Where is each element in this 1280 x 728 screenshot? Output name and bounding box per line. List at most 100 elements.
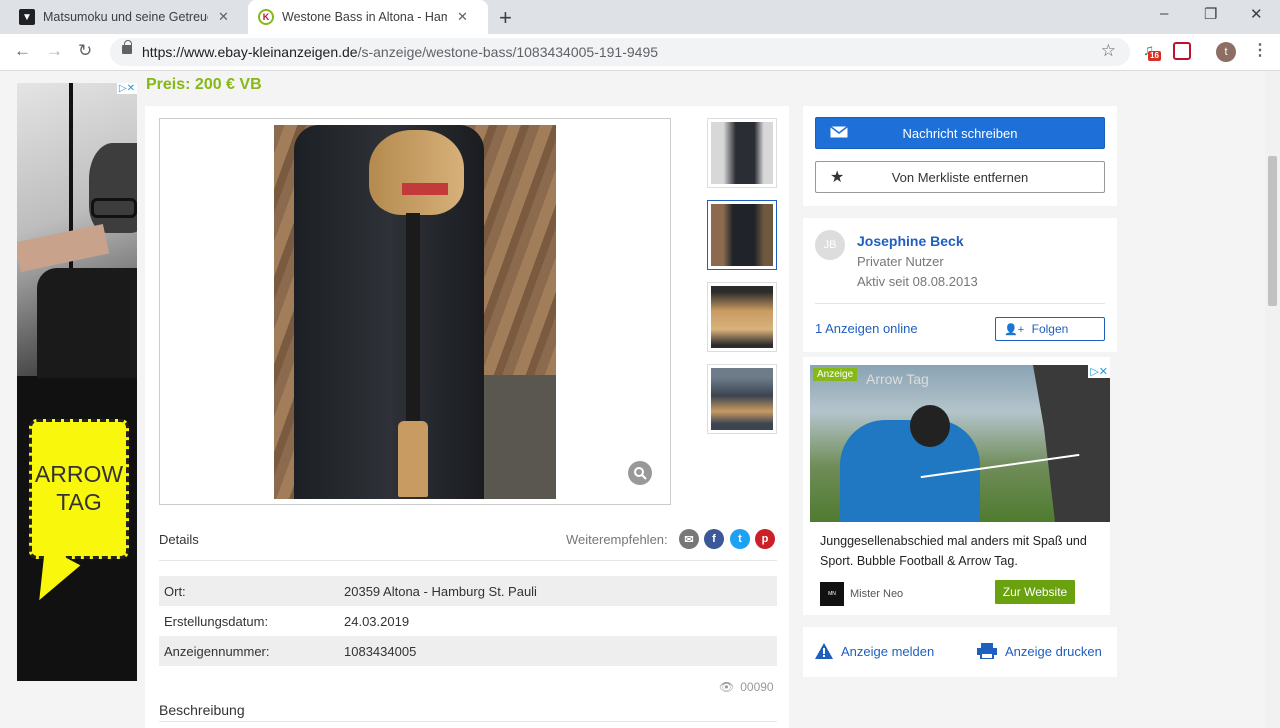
browser-toolbar: ← → ↻ https://www.ebay-kleinanzeigen.de/… xyxy=(0,34,1280,71)
forward-icon[interactable]: → xyxy=(46,41,63,61)
detail-row: Anzeigennummer: 1083434005 xyxy=(159,636,777,666)
seller-ads-link[interactable]: 1 Anzeigen online xyxy=(815,321,918,336)
advertiser-logo: MN xyxy=(820,582,844,606)
kleinanzeigen-icon: K xyxy=(258,9,274,25)
ad-goggles xyxy=(91,198,137,218)
view-counter: 👁 00090 xyxy=(719,680,774,694)
description-heading: Beschreibung xyxy=(159,702,245,718)
browser-tabstrip: ▼ Matsumoku und seine Getreuen. ✕ K West… xyxy=(0,0,1280,34)
detail-key: Ort: xyxy=(164,583,186,599)
envelope-icon xyxy=(830,125,848,141)
pinterest-share-icon[interactable]: p xyxy=(755,529,775,549)
report-link[interactable]: Anzeige melden xyxy=(815,643,934,659)
description-divider xyxy=(159,721,777,722)
report-label: Anzeige melden xyxy=(841,643,935,659)
ad-image-title: Arrow Tag xyxy=(866,371,929,387)
page-content: ▷✕ ARROW TAG Preis: 200 € VB Details Wei… xyxy=(0,71,1280,728)
close-tab-icon[interactable]: ✕ xyxy=(457,9,468,25)
advertiser-name: Mister Neo xyxy=(850,588,904,600)
add-user-icon: 👤+ xyxy=(1004,323,1025,336)
shield-icon: ▼ xyxy=(19,9,35,25)
print-label: Anzeige drucken xyxy=(1005,643,1102,659)
detail-value: 24.03.2019 xyxy=(344,613,410,629)
contact-card: Nachricht schreiben ★ Von Merkliste entf… xyxy=(803,106,1117,206)
email-share-icon[interactable]: ✉ xyxy=(679,529,699,549)
pocket-extension-icon[interactable] xyxy=(1173,42,1191,60)
restore-button[interactable]: ❐ xyxy=(1204,5,1217,23)
share-label: Weiterempfehlen: xyxy=(566,532,668,547)
seller-avatar: JB xyxy=(815,230,845,260)
arrow-tag-sign: ARROW TAG xyxy=(29,419,129,559)
detail-row: Erstellungsdatum: 24.03.2019 xyxy=(159,606,777,636)
sign-text-line1: ARROW xyxy=(34,461,124,488)
thumbnail[interactable] xyxy=(707,282,777,352)
profile-avatar[interactable]: t xyxy=(1216,42,1236,62)
browser-tab-active[interactable]: K Westone Bass in Altona - Hambu ✕ xyxy=(248,0,488,34)
detail-value: 20359 Altona - Hamburg St. Pauli xyxy=(344,583,537,599)
sidebar-ad[interactable]: Anzeige Arrow Tag ▷✕ Junggesellenabschie… xyxy=(803,357,1110,615)
detail-value: 1083434005 xyxy=(344,643,417,659)
details-divider xyxy=(159,560,777,561)
page-scrollbar[interactable] xyxy=(1265,71,1280,728)
listing-price: Preis: 200 € VB xyxy=(146,76,262,93)
seller-name[interactable]: Josephine Beck xyxy=(857,233,964,249)
url-path: /s-anzeige/westone-bass/1083434005-191-9… xyxy=(357,44,659,60)
printer-icon xyxy=(977,643,997,659)
lock-icon xyxy=(122,40,132,54)
close-window-button[interactable]: ✕ xyxy=(1250,5,1263,23)
thumbnail-active[interactable] xyxy=(707,200,777,270)
thumbnail[interactable] xyxy=(707,118,777,188)
ad-image[interactable]: Anzeige Arrow Tag ▷✕ xyxy=(810,365,1110,522)
menu-dots-icon[interactable]: ⋮ xyxy=(1252,40,1268,60)
back-icon[interactable]: ← xyxy=(14,41,31,61)
left-ad-banner[interactable]: ▷✕ ARROW TAG xyxy=(17,83,137,681)
image-guitar-body xyxy=(369,130,464,215)
facebook-share-icon[interactable]: f xyxy=(704,529,724,549)
thumbnail[interactable] xyxy=(707,364,777,434)
adchoices-icon[interactable]: ▷✕ xyxy=(1088,365,1110,378)
ad-cta-button[interactable]: Zur Website xyxy=(995,580,1075,604)
twitter-share-icon[interactable]: t xyxy=(730,529,750,549)
watchlist-button[interactable]: ★ Von Merkliste entfernen xyxy=(815,161,1105,193)
image-cushion xyxy=(474,375,556,499)
image-guitar-neck xyxy=(406,213,420,423)
report-card: Anzeige melden Anzeige drucken xyxy=(803,627,1117,677)
url-text[interactable]: https://www.ebay-kleinanzeigen.de/s-anze… xyxy=(142,44,658,60)
new-tab-button[interactable]: + xyxy=(499,5,512,31)
ad-text[interactable]: Junggesellenabschied mal anders mit Spaß… xyxy=(820,531,1105,571)
message-button[interactable]: Nachricht schreiben xyxy=(815,117,1105,149)
adchoices-icon[interactable]: ▷✕ xyxy=(116,83,137,94)
main-listing-image[interactable] xyxy=(274,125,556,499)
tab-title: Matsumoku und seine Getreuen. xyxy=(43,10,208,24)
detail-key: Anzeigennummer: xyxy=(164,643,270,659)
seller-active-since: Aktiv seit 08.08.2013 xyxy=(857,274,978,289)
image-gallery[interactable] xyxy=(159,118,671,505)
watchlist-button-label: Von Merkliste entfernen xyxy=(891,169,1029,185)
print-link[interactable]: Anzeige drucken xyxy=(977,643,1102,659)
address-bar[interactable]: https://www.ebay-kleinanzeigen.de/s-anze… xyxy=(110,38,1130,66)
follow-button-label: Folgen xyxy=(1031,322,1069,336)
scrollbar-thumb[interactable] xyxy=(1268,156,1277,306)
details-heading: Details xyxy=(159,532,199,547)
ad-tree-shape xyxy=(1033,365,1110,522)
listing-card: Details Weiterempfehlen: ✉ f t p Ort: 20… xyxy=(145,106,789,728)
seller-divider xyxy=(815,303,1105,304)
eye-icon: 👁 xyxy=(719,680,735,694)
star-icon: ★ xyxy=(830,169,845,186)
music-extension-icon[interactable]: ♫16 xyxy=(1143,42,1161,61)
seller-type: Privater Nutzer xyxy=(857,254,944,269)
follow-button[interactable]: 👤+ Folgen xyxy=(995,317,1105,341)
detail-row: Ort: 20359 Altona - Hamburg St. Pauli xyxy=(159,576,777,606)
message-button-label: Nachricht schreiben xyxy=(902,125,1018,141)
warning-icon xyxy=(815,643,833,659)
ad-person-sleeve xyxy=(37,268,137,378)
browser-tab[interactable]: ▼ Matsumoku und seine Getreuen. ✕ xyxy=(9,0,245,34)
zoom-icon[interactable] xyxy=(628,461,652,485)
reload-icon[interactable]: ↻ xyxy=(78,41,92,61)
image-headstock xyxy=(398,421,428,497)
minimize-button[interactable]: – xyxy=(1160,5,1168,22)
ad-helmet-shape xyxy=(910,405,950,447)
bookmark-star-icon[interactable]: ☆ xyxy=(1101,41,1116,61)
detail-key: Erstellungsdatum: xyxy=(164,613,269,629)
close-tab-icon[interactable]: ✕ xyxy=(218,9,229,25)
